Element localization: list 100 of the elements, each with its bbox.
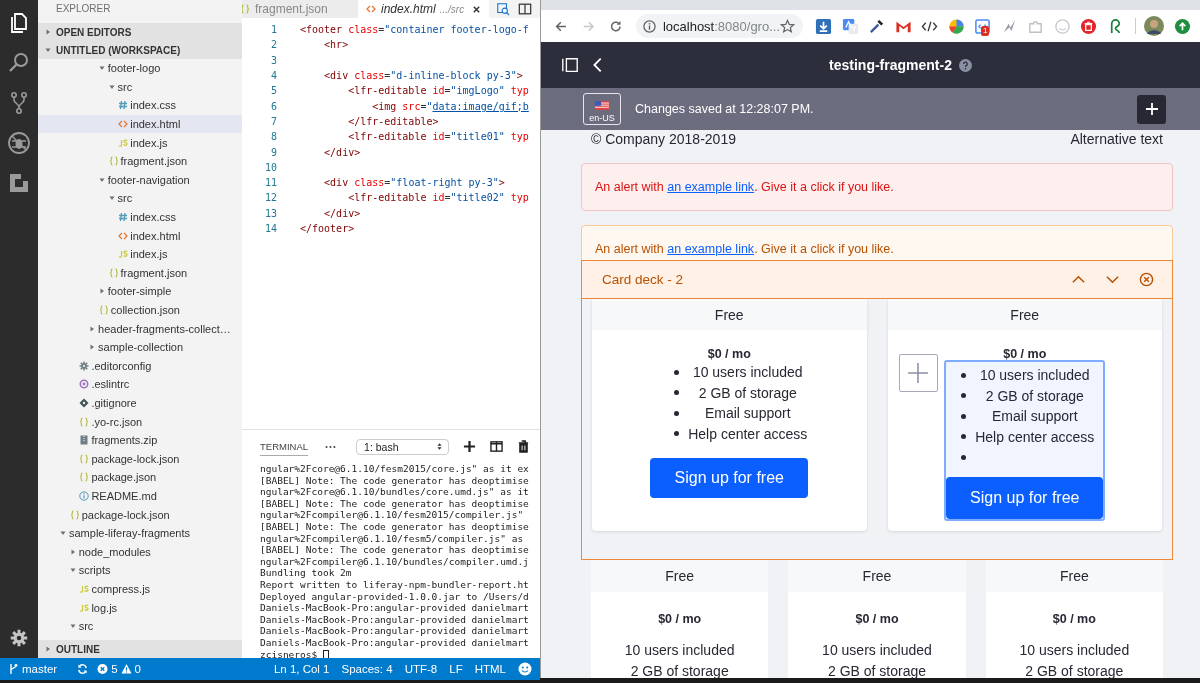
file-item[interactable]: index.html [38,114,242,134]
hash-icon [118,212,129,223]
terminal-line: Daniels-MacBook-Pro:angular-provided danielmart [260,625,530,637]
collapsed-arrow-icon [69,548,76,555]
address-bar[interactable]: localhost:8080/gro... [635,14,803,38]
bullet-icon [961,434,967,440]
folder-item[interactable]: footer-logo [38,59,242,78]
folder-item[interactable]: src [38,616,242,636]
file-item[interactable]: collection.json [38,300,242,320]
split-terminal-icon[interactable] [490,440,504,453]
folder-item[interactable]: src [38,77,242,97]
line-number: 2 [269,39,277,51]
line-ending-indicator[interactable]: LF [449,663,463,675]
file-item[interactable]: fragment.json [38,263,242,283]
tab-path: .../src [439,3,465,15]
panel-tab[interactable]: TERMINAL [260,437,309,456]
section-header[interactable]: UNTITLED (WORKSPACE) [38,41,242,59]
tab-label: fragment.json [255,2,328,16]
editable-region[interactable]: 10 users included 2 GB of storage Email support Help center access Sign up for free [944,360,1106,521]
code-line: </div> [323,207,361,219]
avatar-icon[interactable] [1144,16,1164,36]
file-item[interactable]: index.css [38,96,242,115]
sync-icon[interactable] [77,663,89,675]
line-number: 13 [263,207,277,219]
terminal-line: [BABEL] Note: The code generator has deoptimise [260,544,530,556]
download-icon[interactable] [815,17,832,35]
feature-text: Email support [703,405,792,422]
shell-dropdown[interactable]: 1: bash [356,438,450,455]
file-item[interactable]: compress.js [38,579,242,599]
file-item[interactable]: README.md [38,486,242,506]
card-header: Free [592,299,867,330]
folder-item[interactable]: sample-liferay-fragments [38,523,242,543]
pie-chart-icon[interactable] [947,17,965,35]
add-button[interactable] [1137,94,1166,124]
branch-indicator[interactable]: master [8,663,58,675]
alert-message: An alert with an example link. Give it a click if you like. [595,180,894,194]
file-item[interactable]: log.js [38,598,242,617]
code-line: <footer class="container footer-logo-f [300,24,529,36]
eyedropper-icon[interactable] [868,17,885,35]
file-item[interactable]: fragments.zip [38,430,242,450]
folder-item[interactable]: header-fragments-collect… [38,319,242,338]
delete-circle-icon[interactable] [1080,17,1097,35]
collapsed-arrow-icon [45,29,51,35]
signup-button[interactable]: Sign up for free [946,476,1104,519]
file-item[interactable]: index.js [38,244,242,264]
file-item[interactable]: .editorconfig [38,356,242,376]
save-status: Changes saved at 12:28:07 PM. [635,102,814,116]
file-item[interactable]: .gitignore [38,393,242,413]
folder-item[interactable]: node_modules [38,542,242,562]
file-item[interactable]: fragment.json [38,151,242,171]
trash-icon[interactable] [517,440,531,453]
link[interactable]: data:image/gif;b [432,100,529,112]
code-line: </footer> [300,223,355,234]
reload-icon[interactable] [609,18,623,34]
help-icon[interactable] [958,58,972,72]
file-item[interactable]: package-lock.json [38,505,242,524]
encoding-indicator[interactable]: UTF-8 [404,663,438,675]
language-button[interactable]: en-US [583,93,621,125]
remove-circle-icon[interactable] [1139,272,1154,287]
bookmark-star-icon[interactable] [780,18,795,34]
plus-icon[interactable] [463,440,477,453]
translate-icon[interactable] [841,17,859,35]
code-line: <lfr-editable id="imgLogo" typ [347,85,529,97]
section-header[interactable]: OUTLINE [38,640,242,658]
folder-item[interactable]: footer-simple [38,282,242,301]
problems-indicator[interactable]: 5 0 [97,663,141,675]
more-icon[interactable] [325,444,337,449]
signup-button[interactable]: Sign up for free [650,458,809,498]
file-item[interactable]: .yo-rc.json [38,412,242,431]
sidebar-toggle-icon[interactable] [561,56,579,74]
preview-search-icon[interactable] [496,2,510,16]
section-header[interactable]: OPEN EDITORS [38,23,242,41]
file-item[interactable]: index.js [38,133,242,152]
smiley-icon[interactable] [518,662,532,676]
file-item[interactable]: index.html [38,226,242,245]
file-item[interactable]: .eslintrc [38,375,242,394]
close-icon[interactable] [472,4,482,14]
cursor-position[interactable]: Ln 1, Col 1 [273,663,330,675]
bullet-icon [961,393,967,399]
split-editor-icon[interactable] [518,2,532,16]
info-icon[interactable] [642,19,656,33]
folder-item[interactable]: sample-collection [38,337,242,357]
terminal-line: [BABEL] Note: The code generator has deoptimise [260,497,530,510]
folder-item[interactable]: footer-navigation [38,170,242,190]
editor-tab[interactable]: index.html .../src [358,0,490,18]
code-line: <div class="d-inline-block py-3"> [323,70,523,82]
language-indicator[interactable]: HTML [474,663,506,675]
file-item[interactable]: package.json [38,468,242,487]
settings-icon[interactable] [10,629,28,647]
indentation-indicator[interactable]: Spaces: 4 [341,663,393,675]
expanded-arrow-icon [108,195,115,202]
warning-icon [120,663,132,675]
folder-item[interactable]: scripts [38,561,242,580]
file-item[interactable]: index.css [38,207,242,227]
line-number: 4 [269,70,277,82]
collapsed-arrow-icon [98,288,105,295]
expanded-arrow-icon [60,530,66,537]
file-item[interactable]: package-lock.json [38,449,242,469]
folder-item[interactable]: src [38,189,242,208]
update-icon[interactable] [1173,17,1191,35]
